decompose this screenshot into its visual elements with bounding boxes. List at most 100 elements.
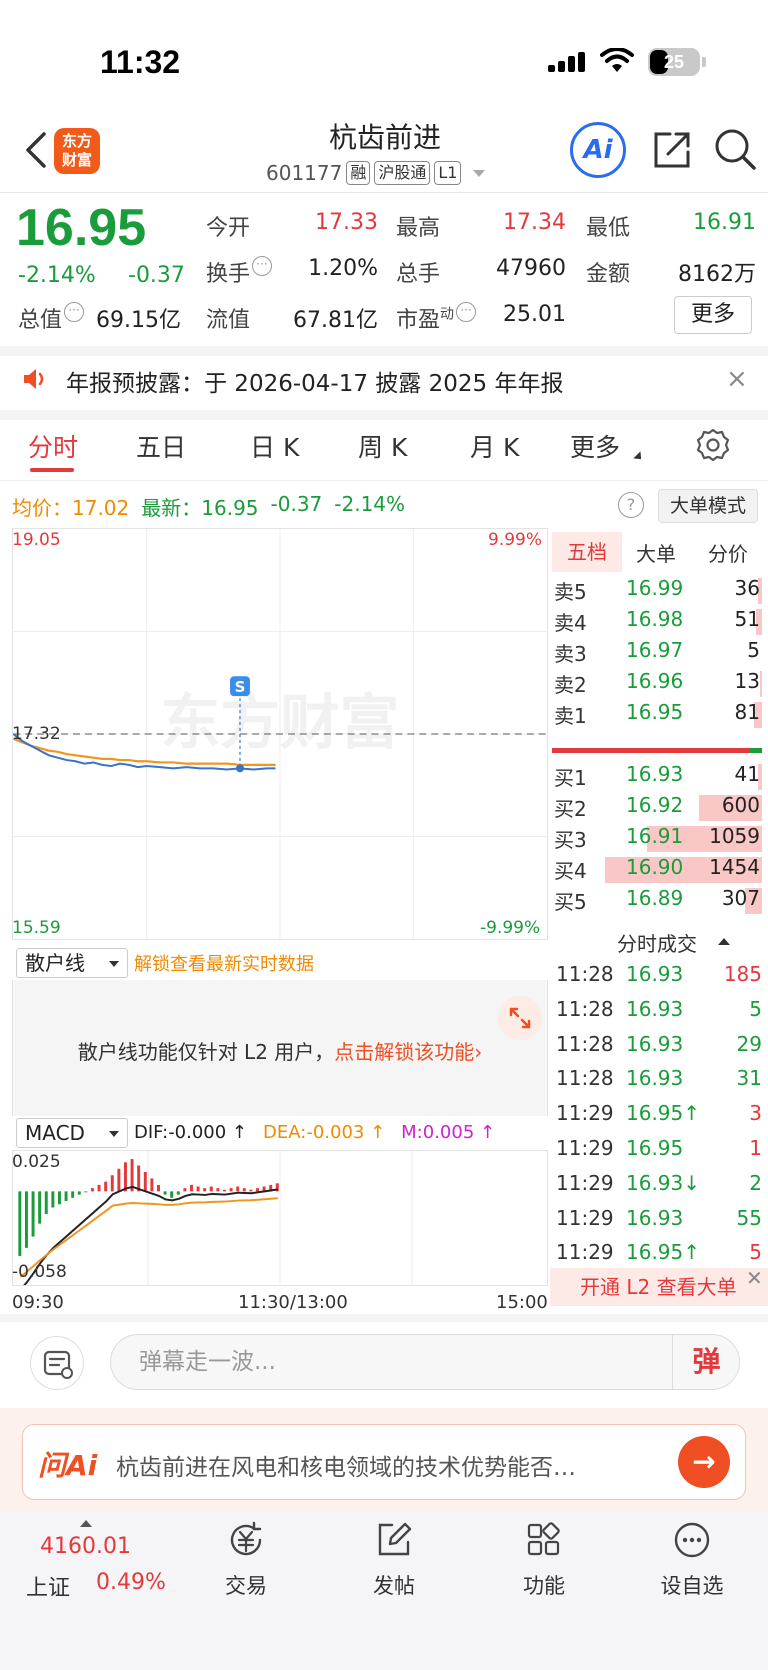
signal-marker-text: S [235,678,246,696]
indicator-select-macd[interactable]: MACD [16,1118,128,1148]
tick-volume: 55 [736,1205,762,1230]
share-icon[interactable] [650,128,694,172]
nav-functions[interactable]: 功能 [494,1520,594,1600]
tick-time: 11:28 [556,1066,614,1091]
search-icon[interactable] [712,126,758,172]
gear-icon[interactable] [696,428,730,462]
tick-volume: 3 [749,1101,762,1126]
index-percent[interactable]: 0.49% [96,1570,166,1595]
pe-label: 市盈动 ··· [396,302,477,334]
order-book-row: 卖3 16.97 5 [552,638,762,668]
intraday-chart[interactable]: 东方财富 S [12,528,548,940]
macd-bar [123,1162,127,1192]
retail-unlock-action[interactable]: 点击解锁该功能› [334,1040,482,1064]
nav-post[interactable]: 发帖 [344,1520,444,1600]
tick-row: 11:29 16.93↓ 2 [556,1171,762,1205]
caret-up-icon[interactable] [80,1520,92,1527]
tab-monthly-k[interactable]: 月 K [470,428,519,464]
index-name[interactable]: 上证 [26,1570,70,1602]
indicator-select-retail[interactable]: 散户线 [16,948,128,978]
macd-bar [209,1186,213,1192]
chevron-down-icon [109,1131,119,1137]
order-book-row: 买1 16.93 41 [552,762,762,792]
stock-code-row[interactable]: 601177 融 沪股通 L1 [266,158,486,188]
edit-icon [378,1522,412,1556]
ai-button[interactable]: Ai [570,122,626,178]
latest-change: -0.37 [270,492,323,516]
tab-more[interactable]: 更多 [570,428,620,464]
macd-bar [190,1184,193,1192]
tab-order-book-price[interactable]: 分价 [708,538,748,567]
macd-bar [203,1188,207,1192]
tick-row: 11:29 16.93 55 [556,1206,762,1240]
l2-upgrade-banner[interactable]: 开通 L2 查看大单 [550,1268,768,1306]
mktcap-label: 总值 ··· [18,302,85,334]
ai-ask-question[interactable]: 杭齿前进在风电和核电领域的技术优势能否… [116,1448,656,1482]
tab-daily-k[interactable]: 日 K [250,428,299,464]
tick-price: 16.93 [626,1031,684,1056]
level-label: 买5 [554,890,587,914]
order-book-row: 卖1 16.95 81 [552,700,762,730]
notice-text[interactable]: 年报预披露：于 2026-04-17 披露 2025 年年报 [66,364,563,398]
tick-price: 16.93 [626,962,684,986]
info-icon[interactable]: ··· [64,302,85,322]
arrow-right-icon[interactable]: → [678,1436,730,1488]
grid-icon [527,1522,560,1556]
tick-time: 11:29 [556,1170,614,1195]
tab-order-book-five[interactable]: 五档 [552,532,622,572]
tick-volume: 1 [749,1136,762,1160]
high-value: 17.34 [503,210,566,235]
macd-grid [147,1151,413,1285]
tab-weekly-k[interactable]: 周 K [358,428,407,464]
back-arrow-icon[interactable] [18,128,58,172]
watermark: 东方财富 [161,689,400,758]
chevron-down-icon [109,961,119,967]
bid-ask-ratio-bar-green [750,748,762,753]
macd-chart[interactable] [12,1150,548,1286]
nav-watchlist[interactable]: 设自选 [642,1520,742,1600]
retail-unlock-link[interactable]: 解锁查看最新实时数据 [134,950,314,976]
nav-label: 交易 [225,1574,267,1598]
macd-bar [157,1184,160,1192]
turnover-value: 1.20% [308,256,378,281]
tab-five-day[interactable]: 五日 [136,428,186,464]
more-button[interactable]: 更多 [674,296,752,334]
caret-up-icon[interactable] [718,938,730,945]
status-time: 11:32 [100,44,181,80]
danmaku-toggle-button[interactable] [30,1336,84,1390]
level-price: 16.93 [626,762,684,786]
nav-trade[interactable]: 交易 [196,1520,296,1600]
tab-order-book-big[interactable]: 大单 [636,538,676,567]
index-value[interactable]: 4160.01 [40,1534,131,1559]
amount-label: 金额 [586,262,631,287]
yuan-exchange-icon [230,1521,262,1556]
close-icon[interactable]: ✕ [746,1266,763,1290]
ticks-title[interactable]: 分时成交 [552,928,762,957]
macd-bar [117,1168,121,1192]
expand-icon[interactable] [498,996,542,1040]
big-order-mode-button[interactable]: 大单模式 [658,489,758,523]
info-icon[interactable]: ··· [252,256,273,276]
close-icon[interactable]: × [726,364,748,394]
macd-m: M:0.005 ↑ [401,1122,496,1143]
order-book-row: 买3 16.91 1059 [552,824,762,854]
macd-bar [51,1191,55,1208]
nav-label: 设自选 [660,1574,724,1598]
danmaku-input[interactable]: 弹幕走一波... [110,1334,740,1390]
macd-bar [223,1189,226,1192]
tick-volume: 31 [736,1066,762,1091]
macd-dea: DEA:-0.003 ↑ [263,1122,386,1143]
macd-bar [90,1188,94,1192]
level-volume: 51 [734,607,760,631]
tab-intraday[interactable]: 分时 [28,428,78,464]
float-label: 流值 [206,308,251,333]
level-price: 16.92 [626,793,684,817]
amount-value: 8162万 [678,262,756,287]
pe-value: 25.01 [503,302,566,327]
low-value: 16.91 [693,210,756,235]
danmaku-send-button[interactable]: 弹 [672,1334,740,1390]
chevron-down-icon[interactable] [473,169,486,177]
help-icon[interactable]: ? [618,492,644,518]
tick-price: 16.95↑ [626,1240,701,1265]
tick-price: 16.95↑ [626,1101,701,1126]
